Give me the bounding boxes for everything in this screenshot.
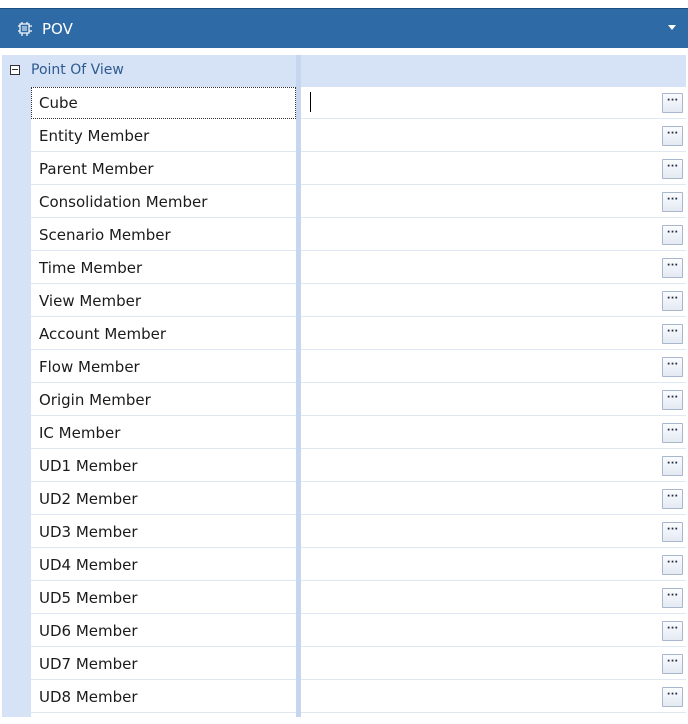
property-name[interactable]: UD4 Member: [31, 549, 296, 581]
panel-header: POV: [0, 8, 688, 48]
text-caret: [310, 92, 311, 112]
ellipsis-button[interactable]: ···: [662, 423, 683, 443]
ellipsis-button[interactable]: ···: [662, 357, 683, 377]
property-value-input[interactable]: ···: [301, 120, 686, 152]
category-label: Point Of View: [31, 62, 124, 78]
category-row-point-of-view: Point Of View: [2, 55, 686, 87]
property-value-input[interactable]: ···: [301, 351, 686, 383]
pov-icon: [16, 20, 34, 38]
property-row-ud2-member[interactable]: UD2 Member ···: [31, 483, 686, 516]
property-name[interactable]: Parent Member: [31, 153, 296, 185]
property-name[interactable]: UD1 Member: [31, 450, 296, 482]
property-name[interactable]: Time Member: [31, 252, 296, 284]
chevron-down-icon[interactable]: [666, 22, 678, 34]
property-value-input[interactable]: ···: [301, 681, 686, 713]
grid-gutter: [2, 87, 31, 717]
property-name[interactable]: UD3 Member: [31, 516, 296, 548]
ellipsis-button[interactable]: ···: [662, 588, 683, 608]
property-name[interactable]: UD8 Member: [31, 681, 296, 713]
property-value-input[interactable]: ···: [301, 516, 686, 548]
property-value-input[interactable]: ···: [301, 549, 686, 581]
ellipsis-button[interactable]: ···: [662, 654, 683, 674]
ellipsis-button[interactable]: ···: [662, 291, 683, 311]
ellipsis-button[interactable]: ···: [662, 522, 683, 542]
property-row-ud6-member[interactable]: UD6 Member ···: [31, 615, 686, 648]
property-row-parent-member[interactable]: Parent Member ···: [31, 153, 686, 186]
property-row-time-member[interactable]: Time Member ···: [31, 252, 686, 285]
property-value-input[interactable]: ···: [301, 285, 686, 317]
property-row-ud4-member[interactable]: UD4 Member ···: [31, 549, 686, 582]
property-value-input[interactable]: ···: [301, 219, 686, 251]
property-row-account-member[interactable]: Account Member ···: [31, 318, 686, 351]
property-name[interactable]: Flow Member: [31, 351, 296, 383]
panel-title: POV: [42, 19, 73, 38]
property-row-ud1-member[interactable]: UD1 Member ···: [31, 450, 686, 483]
ellipsis-button[interactable]: ···: [662, 555, 683, 575]
property-row-origin-member[interactable]: Origin Member ···: [31, 384, 686, 417]
property-name[interactable]: UD6 Member: [31, 615, 296, 647]
property-row-entity-member[interactable]: Entity Member ···: [31, 120, 686, 153]
property-row-ic-member[interactable]: IC Member ···: [31, 417, 686, 450]
property-value-input[interactable]: ···: [301, 252, 686, 284]
property-row-ud7-member[interactable]: UD7 Member ···: [31, 648, 686, 681]
property-name[interactable]: UD5 Member: [31, 582, 296, 614]
property-row-consolidation-member[interactable]: Consolidation Member ···: [31, 186, 686, 219]
property-value-input[interactable]: ···: [301, 318, 686, 350]
property-name[interactable]: Scenario Member: [31, 219, 296, 251]
property-value-input[interactable]: ···: [301, 417, 686, 449]
property-value-input[interactable]: ···: [301, 384, 686, 416]
property-name[interactable]: UD2 Member: [31, 483, 296, 515]
property-row-ud5-member[interactable]: UD5 Member ···: [31, 582, 686, 615]
property-name[interactable]: Account Member: [31, 318, 296, 350]
property-value-input[interactable]: ···: [301, 582, 686, 614]
property-value-input[interactable]: ···: [301, 648, 686, 680]
property-value-input[interactable]: ···: [301, 483, 686, 515]
ellipsis-button[interactable]: ···: [662, 93, 683, 113]
property-name[interactable]: IC Member: [31, 417, 296, 449]
property-row-scenario-member[interactable]: Scenario Member ···: [31, 219, 686, 252]
ellipsis-button[interactable]: ···: [662, 687, 683, 707]
property-value-input[interactable]: ···: [301, 87, 686, 119]
property-value-input[interactable]: ···: [301, 153, 686, 185]
ellipsis-button[interactable]: ···: [662, 489, 683, 509]
property-name[interactable]: Cube: [31, 87, 296, 119]
collapse-icon[interactable]: [10, 65, 20, 75]
ellipsis-button[interactable]: ···: [662, 159, 683, 179]
property-row-view-member[interactable]: View Member ···: [31, 285, 686, 318]
pov-panel: POV Point Of View Cube ··· Entity Member ··…: [0, 0, 688, 724]
property-name[interactable]: Entity Member: [31, 120, 296, 152]
ellipsis-button[interactable]: ···: [662, 456, 683, 476]
property-value-input[interactable]: ···: [301, 615, 686, 647]
property-row-flow-member[interactable]: Flow Member ···: [31, 351, 686, 384]
ellipsis-button[interactable]: ···: [662, 324, 683, 344]
property-row-cube[interactable]: Cube ···: [31, 87, 686, 120]
property-name[interactable]: Consolidation Member: [31, 186, 296, 218]
property-name[interactable]: UD7 Member: [31, 648, 296, 680]
property-row-ud3-member[interactable]: UD3 Member ···: [31, 516, 686, 549]
ellipsis-button[interactable]: ···: [662, 192, 683, 212]
ellipsis-button[interactable]: ···: [662, 621, 683, 641]
property-value-input[interactable]: ···: [301, 450, 686, 482]
property-grid: Point Of View Cube ··· Entity Member ··· Par…: [2, 55, 686, 717]
property-value-input[interactable]: ···: [301, 186, 686, 218]
property-name[interactable]: View Member: [31, 285, 296, 317]
ellipsis-button[interactable]: ···: [662, 390, 683, 410]
property-row-ud8-member[interactable]: UD8 Member ···: [31, 681, 686, 714]
property-name[interactable]: Origin Member: [31, 384, 296, 416]
ellipsis-button[interactable]: ···: [662, 258, 683, 278]
ellipsis-button[interactable]: ···: [662, 225, 683, 245]
ellipsis-button[interactable]: ···: [662, 126, 683, 146]
